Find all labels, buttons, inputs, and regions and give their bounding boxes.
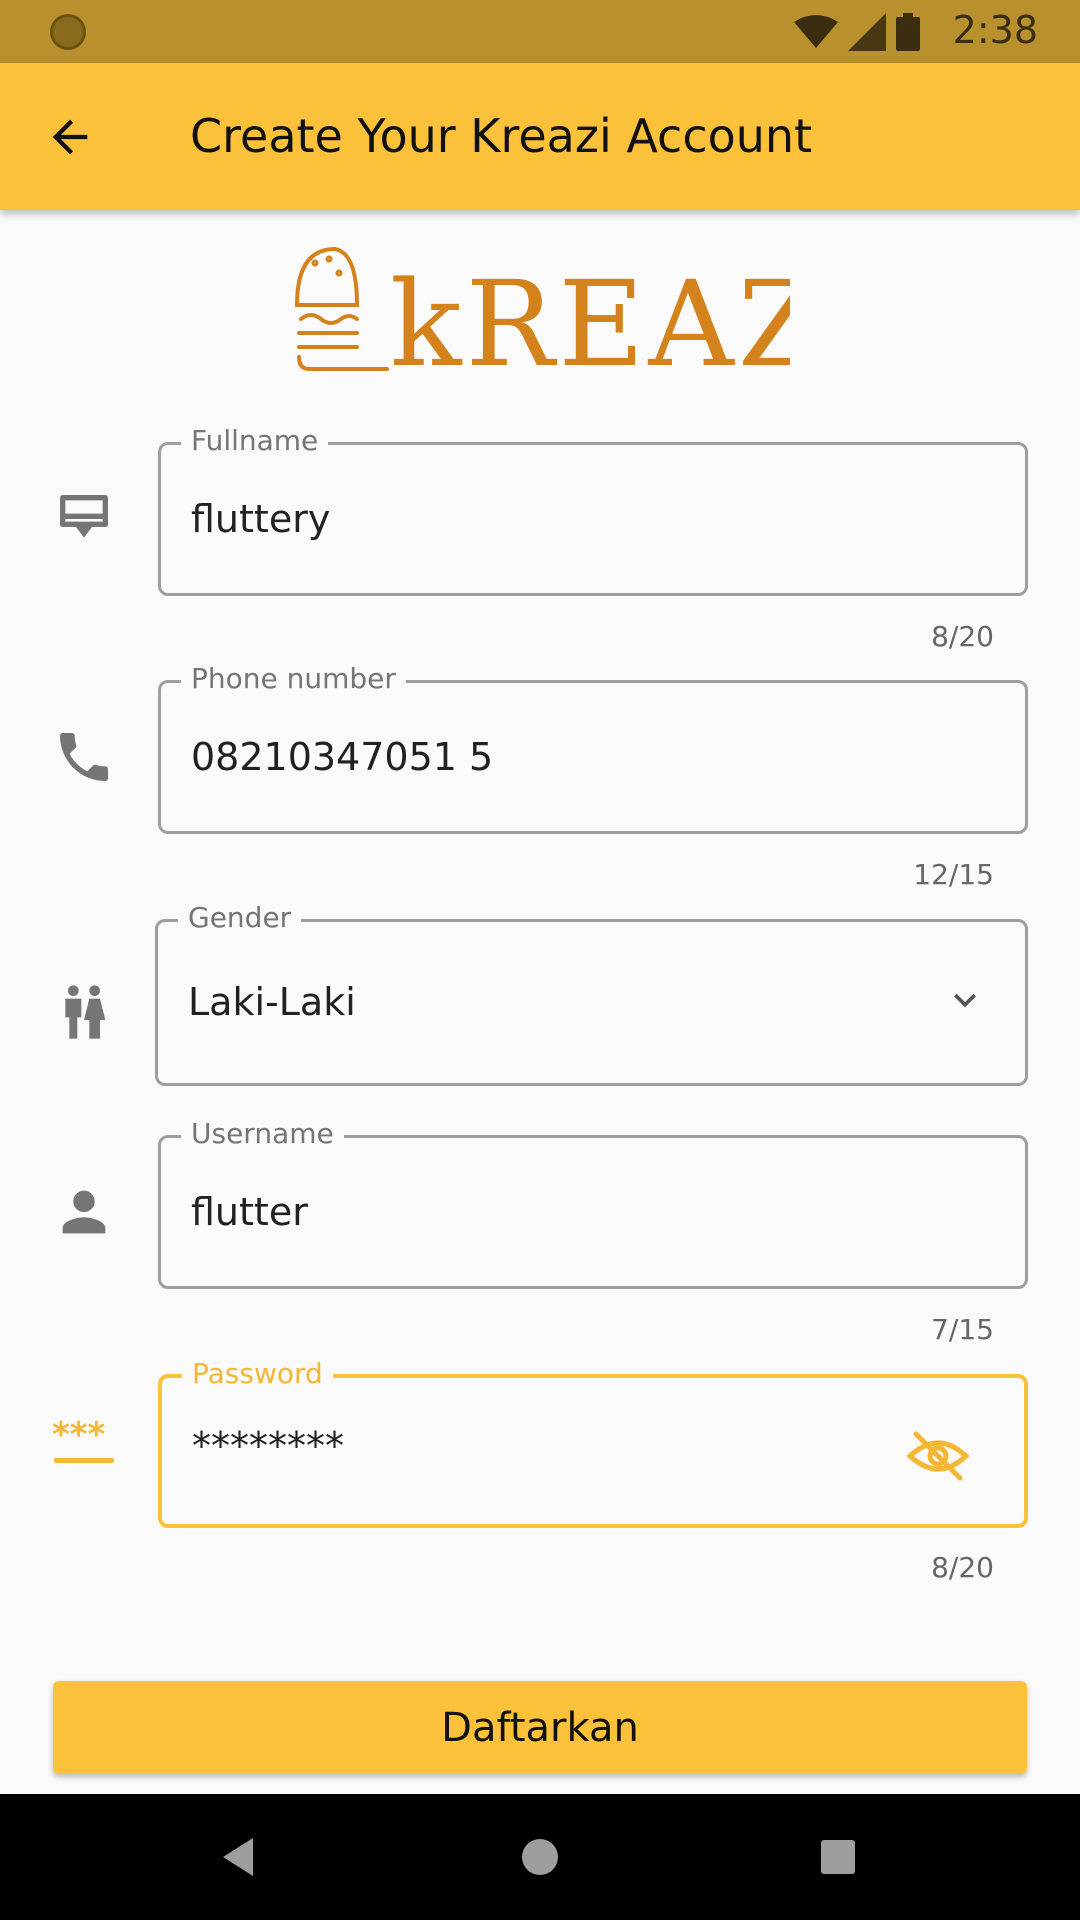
register-button[interactable]: Daftarkan [53, 1681, 1027, 1774]
fullname-label: Fullname [181, 423, 329, 459]
svg-text:***: *** [52, 1418, 106, 1455]
battery-icon [896, 13, 920, 51]
back-arrow-icon[interactable] [44, 111, 96, 163]
username-field[interactable]: Username flutter [158, 1116, 1028, 1289]
gender-dropdown[interactable]: Gender Laki-Laki [155, 900, 1028, 1086]
phone-label: Phone number [181, 661, 406, 697]
navigation-bar [0, 1794, 1080, 1920]
password-label: Password [182, 1356, 333, 1392]
password-icon: *** [52, 1418, 114, 1463]
phone-icon [60, 733, 108, 781]
logo-text: kREAZI [390, 255, 790, 375]
username-counter: 7/15 [931, 1313, 994, 1346]
status-time: 2:38 [952, 8, 1038, 52]
recents-nav-icon[interactable] [813, 1832, 863, 1882]
badge-icon [60, 495, 108, 538]
burger-logo-icon: kREAZI [294, 246, 870, 393]
password-input[interactable]: ******** [192, 1422, 344, 1470]
fullname-input[interactable]: fluttery [191, 495, 330, 543]
notification-app-icon [50, 14, 86, 50]
chevron-down-icon[interactable] [943, 978, 987, 1022]
page-title: Create Your Kreazi Account [190, 109, 813, 163]
phone-counter: 12/15 [913, 858, 994, 891]
system-icons [794, 13, 920, 51]
wifi-icon [794, 15, 838, 48]
status-bar: 2:38 [0, 0, 1080, 63]
app-bar: Create Your Kreazi Account [0, 63, 1080, 210]
fullname-counter: 8/20 [931, 620, 994, 653]
username-label: Username [181, 1116, 344, 1152]
fullname-field[interactable]: Fullname fluttery [158, 423, 1028, 596]
phone-input[interactable]: 08210347051 5 [191, 733, 493, 781]
home-nav-icon[interactable] [515, 1832, 565, 1882]
password-field[interactable]: Password ******** [158, 1356, 1028, 1528]
kreazi-logo: kREAZI [294, 245, 870, 393]
people-icon [65, 985, 106, 1039]
phone-field[interactable]: Phone number 08210347051 5 [158, 661, 1028, 834]
back-nav-icon[interactable] [215, 1832, 265, 1882]
visibility-off-icon[interactable] [906, 1428, 970, 1484]
person-icon [62, 1190, 106, 1234]
password-counter: 8/20 [931, 1551, 994, 1584]
gender-label: Gender [178, 900, 302, 936]
username-input[interactable]: flutter [191, 1188, 308, 1236]
gender-selected-value: Laki-Laki [188, 980, 356, 1024]
signal-icon [848, 13, 886, 51]
